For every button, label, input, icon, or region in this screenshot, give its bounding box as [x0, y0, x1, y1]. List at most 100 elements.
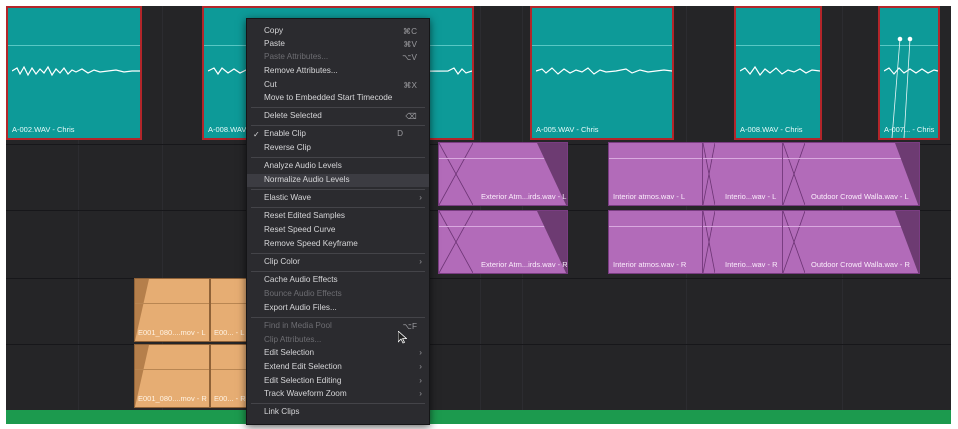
clip-name: E001_080....mov - L — [138, 328, 206, 337]
clip-name: A-005.WAV - Chris — [536, 125, 599, 134]
menu-item-label: Normalize Audio Levels — [264, 175, 350, 184]
menu-item-label: Delete Selected — [264, 111, 322, 120]
menu-item-label: Move to Embedded Start Timecode — [264, 93, 393, 102]
menu-item-clip-attributes: Clip Attributes... — [247, 334, 429, 347]
menu-item-link-clips[interactable]: Link Clips — [247, 406, 429, 419]
crossfade[interactable] — [439, 211, 473, 273]
menu-item-label: Bounce Audio Effects — [264, 289, 342, 298]
clip-name: Outdoor Crowd Walla.wav - R — [811, 260, 910, 269]
menu-item-label: Extend Edit Selection — [264, 362, 342, 371]
menu-item-label: Enable Clip — [264, 129, 306, 138]
menu-item-reset-speed-curve[interactable]: Reset Speed Curve — [247, 224, 429, 237]
menu-item-label: Reverse Clip — [264, 143, 311, 152]
menu-item-label: Link Clips — [264, 407, 300, 416]
menu-separator — [251, 207, 425, 208]
crossfade[interactable] — [439, 143, 473, 205]
menu-item-copy[interactable]: Copy ⌘C — [247, 25, 429, 38]
menu-item-extend-edit-selection[interactable]: Extend Edit Selection › — [247, 361, 429, 374]
menu-item-shortcut: ⌘C — [402, 27, 417, 36]
clip-name: A-008.WAV - Chris — [740, 125, 803, 134]
crossfade[interactable] — [783, 211, 805, 273]
menu-item-remove-speed-keyframe[interactable]: Remove Speed Keyframe — [247, 238, 429, 251]
clip-volume-line[interactable] — [736, 45, 820, 46]
menu-separator — [251, 403, 425, 404]
menu-item-analyze-audio-levels[interactable]: Analyze Audio Levels — [247, 160, 429, 173]
menu-item-paste[interactable]: Paste ⌘V — [247, 38, 429, 51]
audio-clip[interactable]: Outdoor Crowd Walla.wav - L — [782, 142, 920, 206]
menu-item-edit-selection[interactable]: Edit Selection › — [247, 347, 429, 360]
menu-item-clip-color[interactable]: Clip Color › — [247, 256, 429, 269]
menu-item-shortcut: ⌘V — [403, 40, 417, 49]
menu-item-shortcut: ⌘X — [403, 81, 417, 90]
menu-item-label: Export Audio Files... — [264, 303, 337, 312]
audio-clip[interactable]: E001_080....mov - R — [134, 344, 210, 408]
clip-name: Interio...wav - R — [725, 260, 778, 269]
menu-item-label: Cut — [264, 80, 277, 89]
audio-clip[interactable]: E001_080....mov - L — [134, 278, 210, 342]
menu-item-label: Reset Speed Curve — [264, 225, 336, 234]
menu-item-label: Elastic Wave — [264, 193, 312, 202]
waveform — [12, 65, 140, 77]
menu-item-shortcut: D — [397, 129, 403, 138]
audio-clip[interactable]: A-005.WAV - Chris — [530, 6, 674, 140]
audio-clip[interactable]: Exterior Atm...irds.wav - L — [438, 142, 568, 206]
audio-clip[interactable]: A-002.WAV - Chris — [6, 6, 142, 140]
audio-clip[interactable]: Exterior Atm...irds.wav - R — [438, 210, 568, 274]
menu-separator — [251, 317, 425, 318]
menu-item-label: Reset Edited Samples — [264, 211, 346, 220]
menu-item-label: Clip Color — [264, 257, 300, 266]
menu-separator — [251, 157, 425, 158]
menu-item-bounce-audio-effects: Bounce Audio Effects — [247, 288, 429, 301]
menu-item-find-in-media-pool: Find in Media Pool ⌥F — [247, 320, 429, 333]
menu-item-delete-selected[interactable]: Delete Selected ⌫ — [247, 110, 429, 123]
menu-item-label: Remove Attributes... — [264, 66, 338, 75]
menu-item-enable-clip[interactable]: ✓ Enable Clip D — [247, 128, 429, 141]
menu-item-track-waveform-zoom[interactable]: Track Waveform Zoom › — [247, 388, 429, 401]
video-track-strip[interactable] — [6, 410, 951, 424]
menu-separator — [251, 271, 425, 272]
menu-item-label: Edit Selection Editing — [264, 376, 342, 385]
menu-item-label: Remove Speed Keyframe — [264, 239, 358, 248]
menu-separator — [251, 253, 425, 254]
menu-item-label: Cache Audio Effects — [264, 275, 338, 284]
menu-item-cache-audio-effects[interactable]: Cache Audio Effects — [247, 274, 429, 287]
clip-volume-line[interactable] — [532, 45, 672, 46]
crossfade[interactable] — [783, 143, 805, 205]
audio-clip[interactable]: Interior atmos.wav - L — [608, 142, 714, 206]
timeline-area[interactable]: A-002.WAV - Chris A-008.WAV - Chris A-00… — [6, 6, 951, 424]
clip-name: E00... - R — [214, 394, 246, 403]
menu-item-edit-selection-editing[interactable]: Edit Selection Editing › — [247, 375, 429, 388]
menu-separator — [251, 107, 425, 108]
audio-clip[interactable]: A-008.WAV - Chris — [734, 6, 822, 140]
clip-volume-line[interactable] — [8, 45, 140, 46]
waveform — [740, 65, 820, 77]
clip-name: A-007... - Chris — [884, 125, 935, 134]
audio-clip[interactable]: Outdoor Crowd Walla.wav - R — [782, 210, 920, 274]
backspace-icon: ⌫ — [405, 112, 417, 121]
menu-item-export-audio-files[interactable]: Export Audio Files... — [247, 302, 429, 315]
crossfade[interactable] — [703, 143, 715, 205]
crossfade[interactable] — [703, 211, 715, 273]
menu-item-move-to-embedded-start[interactable]: Move to Embedded Start Timecode — [247, 92, 429, 105]
menu-item-label: Copy — [264, 26, 284, 35]
menu-item-shortcut: ⌥F — [402, 322, 417, 331]
menu-item-label: Clip Attributes... — [264, 335, 322, 344]
clip-volume-line[interactable] — [135, 303, 209, 304]
menu-item-label: Edit Selection — [264, 348, 315, 357]
menu-item-normalize-audio-levels[interactable]: Normalize Audio Levels — [247, 174, 429, 344]
clip-volume-line[interactable] — [609, 226, 713, 227]
audio-clip[interactable]: A-007... - Chris — [878, 6, 940, 140]
menu-item-cut[interactable]: Cut ⌘X — [247, 79, 429, 92]
clip-volume-line[interactable] — [135, 369, 209, 370]
menu-item-remove-attributes[interactable]: Remove Attributes... — [247, 65, 429, 78]
menu-item-reverse-clip[interactable]: Reverse Clip — [247, 142, 429, 155]
volume-keyframes[interactable] — [880, 8, 938, 138]
menu-item-elastic-wave[interactable]: Elastic Wave › — [247, 192, 429, 205]
clip-name: A-002.WAV - Chris — [12, 125, 75, 134]
audio-clip[interactable]: Interior atmos.wav - R — [608, 210, 714, 274]
menu-item-reset-edited-samples[interactable]: Reset Edited Samples — [247, 210, 429, 223]
chevron-right-icon: › — [419, 376, 422, 385]
chevron-right-icon: › — [419, 193, 422, 202]
menu-item-label: Find in Media Pool — [264, 321, 332, 330]
clip-volume-line[interactable] — [609, 158, 713, 159]
